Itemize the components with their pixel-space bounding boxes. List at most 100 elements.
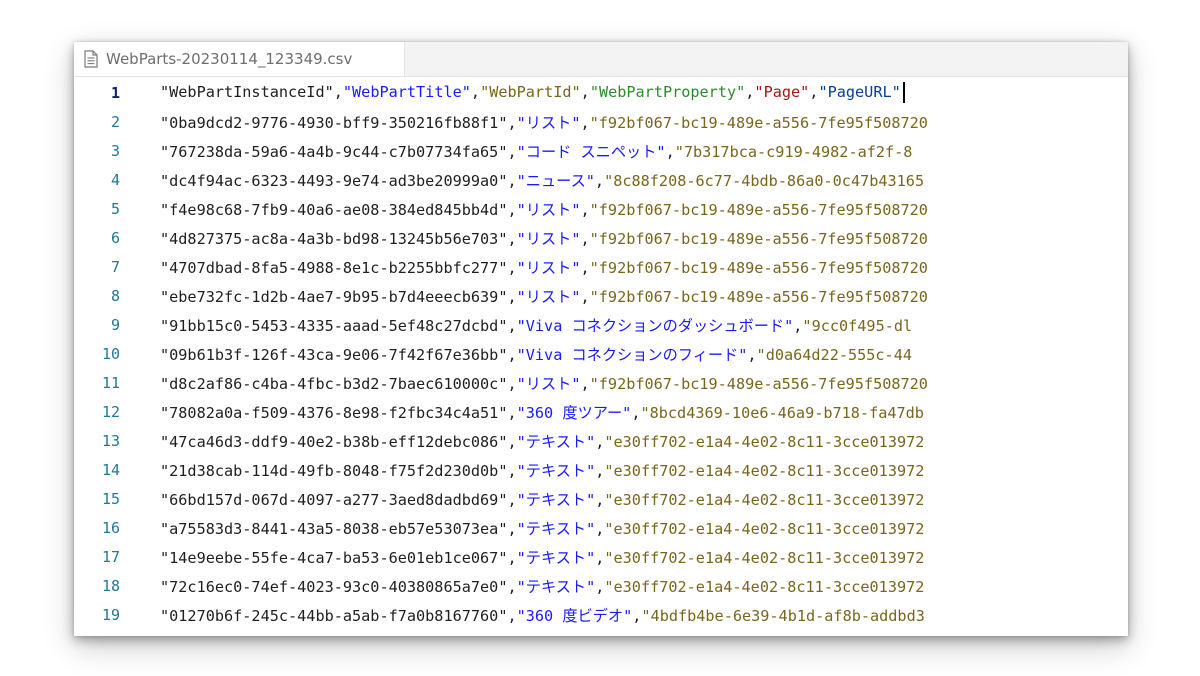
csv-cell: "4d827375-ac8a-4a3b-bd98-13245b56e703" bbox=[160, 229, 508, 248]
csv-separator: , bbox=[580, 200, 590, 219]
code-line[interactable]: 8 "ebe732fc-1d2b-4ae7-9b95-b7d4eeecb639",… bbox=[74, 281, 928, 310]
code-line[interactable]: 2 "0ba9dcd2-9776-4930-bff9-350216fb88f1",… bbox=[74, 107, 928, 136]
csv-separator: , bbox=[507, 171, 517, 190]
code-line[interactable]: 19 "01270b6f-245c-44bb-a5ab-f7a0b8167760"… bbox=[74, 600, 925, 629]
line-number: 19 bbox=[101, 605, 120, 624]
csv-cell: "78082a0a-f509-4376-8e98-f2fbc34c4a51" bbox=[160, 403, 508, 422]
line-number: 2 bbox=[110, 112, 120, 131]
csv-cell: "PageURL" bbox=[818, 83, 901, 101]
csv-separator: , bbox=[507, 258, 517, 277]
csv-cell: "f92bf067-bc19-489e-a556-7fe95f508720 bbox=[589, 258, 928, 277]
csv-separator: , bbox=[333, 83, 343, 101]
csv-cell: "e30ff702-e1a4-4e02-8c11-3cce013972 bbox=[604, 577, 925, 596]
line-number: 11 bbox=[101, 373, 120, 392]
csv-cell: "ニュース" bbox=[516, 171, 595, 190]
csv-cell: "4bdfb4be-6e39-4b1d-af8b-addbd3 bbox=[641, 606, 925, 625]
csv-separator: , bbox=[507, 606, 517, 625]
code-editor[interactable]: 1 "WebPartInstanceId","WebPartTitle","Web… bbox=[74, 76, 1128, 636]
code-line[interactable]: 14 "21d38cab-114d-49fb-8048-f75f2d230d0b"… bbox=[74, 455, 924, 484]
csv-cell: "リスト" bbox=[516, 200, 581, 219]
csv-separator: , bbox=[507, 316, 517, 335]
code-line[interactable]: 5 "f4e98c68-7fb9-40a6-ae08-384ed845bb4d",… bbox=[74, 194, 928, 223]
csv-separator: , bbox=[595, 461, 605, 480]
line-number: 14 bbox=[101, 460, 120, 479]
csv-separator: , bbox=[507, 519, 517, 538]
csv-cell: "Viva コネクションのダッシュボード" bbox=[516, 316, 794, 335]
csv-separator: , bbox=[507, 636, 516, 637]
csv-cell: "テキスト" bbox=[516, 577, 596, 596]
csv-cell: "8bcd4369-10e6-46a9-b718-fa47db bbox=[640, 403, 924, 422]
csv-cell: "リスト" bbox=[516, 113, 581, 132]
text-cursor bbox=[902, 82, 905, 103]
csv-cell: "e30ff702-e1a4-4e02-8c11-3cce013972 bbox=[604, 432, 925, 451]
csv-cell: "360 度ツアー" bbox=[516, 403, 632, 422]
code-line[interactable]: 1 "WebPartInstanceId","WebPartTitle","Web… bbox=[74, 78, 905, 107]
code-line[interactable]: 16 "a75583d3-8441-43a5-8038-eb57e53073ea"… bbox=[74, 513, 924, 542]
line-content: "21d38cab-114d-49fb-8048-f75f2d230d0b","… bbox=[160, 459, 924, 481]
csv-separator: , bbox=[507, 113, 517, 132]
code-line[interactable]: 11 "d8c2af86-c4ba-4fbc-b3d2-7baec610000c"… bbox=[74, 368, 928, 397]
tab-filename: WebParts-20230114_123349.csv bbox=[106, 50, 353, 68]
code-line[interactable]: 20 "ebbbca15-ceed-47ac-b606-cc42e0b38c30"… bbox=[74, 629, 924, 637]
csv-cell: "e30ff702-e1a4-4e02-8c11-3cce013972 bbox=[604, 636, 924, 637]
code-line[interactable]: 18 "72c16ec0-74ef-4023-93c0-40380865a7e0"… bbox=[74, 571, 924, 600]
csv-cell: "テキスト" bbox=[516, 490, 596, 509]
line-content: "66bd157d-067d-4097-a277-3aed8dadbd69","… bbox=[160, 488, 924, 510]
csv-cell: "e30ff702-e1a4-4e02-8c11-3cce013972 bbox=[604, 490, 925, 509]
line-number: 20 bbox=[74, 635, 120, 637]
csv-cell: "09b61b3f-126f-43ca-9e06-7f42f67e36bb" bbox=[160, 345, 508, 364]
csv-cell: "f92bf067-bc19-489e-a556-7fe95f508720 bbox=[589, 229, 928, 248]
code-line[interactable]: 17 "14e9eebe-55fe-4ca7-ba53-6e01eb1ce067"… bbox=[74, 542, 924, 571]
csv-separator: , bbox=[580, 229, 590, 248]
csv-separator: , bbox=[507, 142, 517, 161]
csv-separator: , bbox=[580, 287, 590, 306]
line-content: "dc4f94ac-6323-4493-9e74-ad3be20999a0","… bbox=[160, 169, 924, 191]
csv-cell: "dc4f94ac-6323-4493-9e74-ad3be20999a0" bbox=[160, 171, 508, 190]
code-line[interactable]: 13 "47ca46d3-ddf9-40e2-b38b-eff12debc086"… bbox=[74, 426, 924, 455]
line-content: "91bb15c0-5453-4335-aaad-5ef48c27dcbd","… bbox=[160, 314, 912, 336]
line-content: "72c16ec0-74ef-4023-93c0-40380865a7e0","… bbox=[160, 575, 924, 597]
csv-cell: "360 度ビデオ" bbox=[516, 606, 633, 625]
file-tab[interactable]: WebParts-20230114_123349.csv bbox=[74, 42, 405, 76]
csv-separator: , bbox=[595, 577, 605, 596]
line-content: "f4e98c68-7fb9-40a6-ae08-384ed845bb4d","… bbox=[160, 198, 928, 220]
csv-cell: "f92bf067-bc19-489e-a556-7fe95f508720 bbox=[589, 200, 928, 219]
code-line[interactable]: 4 "dc4f94ac-6323-4493-9e74-ad3be20999a0",… bbox=[74, 165, 924, 194]
csv-cell: "テキスト" bbox=[516, 519, 596, 538]
code-line[interactable]: 3 "767238da-59a6-4a4b-9c44-c7b07734fa65",… bbox=[74, 136, 913, 165]
csv-separator: , bbox=[470, 83, 481, 101]
line-number: 5 bbox=[110, 199, 120, 218]
line-content: "78082a0a-f509-4376-8e98-f2fbc34c4a51","… bbox=[160, 401, 924, 423]
line-content: "767238da-59a6-4a4b-9c44-c7b07734fa65","… bbox=[160, 140, 912, 162]
code-line[interactable]: 7 "4707dbad-8fa5-4988-8e1c-b2255bbfc277",… bbox=[74, 252, 928, 281]
csv-cell: "f92bf067-bc19-489e-a556-7fe95f508720 bbox=[589, 287, 928, 306]
code-line[interactable]: 15 "66bd157d-067d-4097-a277-3aed8dadbd69"… bbox=[74, 484, 924, 513]
csv-cell: "リスト" bbox=[516, 229, 581, 248]
csv-separator: , bbox=[595, 519, 605, 538]
csv-cell: "テキスト" bbox=[516, 548, 596, 567]
csv-separator: , bbox=[580, 83, 590, 101]
csv-cell: "66bd157d-067d-4097-a277-3aed8dadbd69" bbox=[160, 490, 508, 509]
code-line[interactable]: 9 "91bb15c0-5453-4335-aaad-5ef48c27dcbd",… bbox=[74, 310, 912, 339]
code-line[interactable]: 12 "78082a0a-f509-4376-8e98-f2fbc34c4a51"… bbox=[74, 397, 924, 426]
csv-cell: "WebPartInstanceId" bbox=[160, 83, 334, 101]
csv-cell: "テキスト" bbox=[516, 461, 596, 480]
csv-cell: "e30ff702-e1a4-4e02-8c11-3cce013972 bbox=[604, 548, 925, 567]
csv-cell: "14e9eebe-55fe-4ca7-ba53-6e01eb1ce067" bbox=[160, 548, 508, 567]
csv-cell: "f92bf067-bc19-489e-a556-7fe95f508720 bbox=[589, 113, 928, 132]
line-content: "WebPartInstanceId","WebPartTitle","WebP… bbox=[160, 82, 905, 103]
csv-cell: "テキスト" bbox=[517, 636, 596, 637]
file-lines-icon bbox=[84, 50, 98, 68]
csv-cell: "d0a64d22-555c-44 bbox=[756, 345, 912, 364]
csv-separator: , bbox=[595, 636, 604, 637]
csv-cell: "ebbbca15-ceed-47ac-b606-cc42e0b38c30" bbox=[160, 636, 507, 637]
code-line[interactable]: 6 "4d827375-ac8a-4a3b-bd98-13245b56e703",… bbox=[74, 223, 928, 252]
csv-cell: "21d38cab-114d-49fb-8048-f75f2d230d0b" bbox=[160, 461, 508, 480]
csv-cell: "f4e98c68-7fb9-40a6-ae08-384ed845bb4d" bbox=[160, 200, 508, 219]
code-line[interactable]: 10 "09b61b3f-126f-43ca-9e06-7f42f67e36bb"… bbox=[74, 339, 912, 368]
line-number: 17 bbox=[101, 547, 120, 566]
line-content: "4d827375-ac8a-4a3b-bd98-13245b56e703","… bbox=[160, 227, 928, 249]
line-number: 3 bbox=[110, 141, 120, 160]
editor-window: WebParts-20230114_123349.csv 1 "WebPartIn… bbox=[74, 42, 1128, 636]
line-content: "ebe732fc-1d2b-4ae7-9b95-b7d4eeecb639","… bbox=[160, 285, 928, 307]
